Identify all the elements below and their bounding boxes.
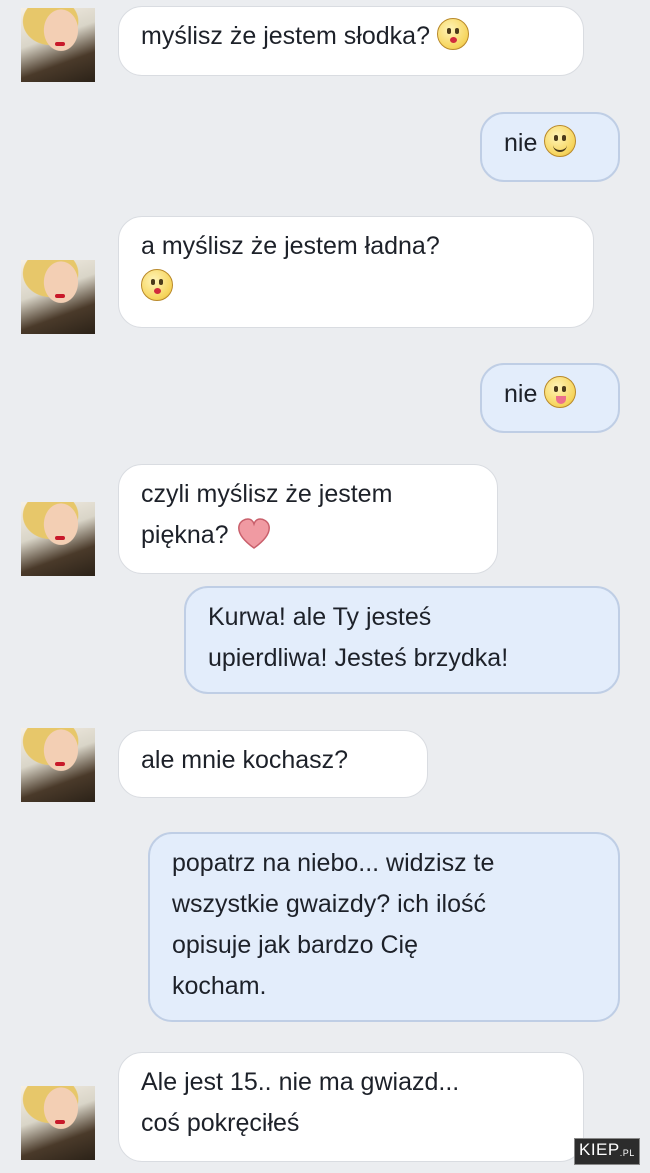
kiep-watermark: KIEP.PL — [574, 1138, 640, 1165]
kiss-icon — [141, 269, 173, 301]
message-text-line: upierdliwa! Jesteś brzydka! — [208, 644, 509, 672]
message-text: ale mnie kochasz? — [141, 746, 349, 774]
avatar[interactable] — [21, 502, 95, 576]
message-incoming: a myślisz że jestem ładna? — [118, 216, 594, 328]
message-text-line: Kurwa! ale Ty jesteś — [208, 603, 432, 631]
message-outgoing: popatrz na niebo... widzisz te wszystkie… — [148, 832, 620, 1022]
message-outgoing: nie — [480, 112, 620, 182]
message-text-line: wszystkie gwaizdy? ich ilość — [172, 890, 486, 918]
message-incoming: myślisz że jestem słodka? — [118, 6, 584, 76]
message-incoming: czyli myślisz że jestem piękna? — [118, 464, 498, 574]
smile-icon — [544, 125, 577, 157]
heart-icon — [237, 518, 270, 549]
message-text-line: popatrz na niebo... widzisz te — [172, 849, 495, 877]
tongue-icon — [544, 376, 577, 408]
watermark-text: KIEP — [579, 1140, 620, 1159]
message-outgoing: nie — [480, 363, 620, 433]
watermark-suffix: .PL — [619, 1148, 635, 1158]
avatar[interactable] — [21, 260, 95, 334]
kiss-icon — [436, 18, 469, 50]
message-incoming: ale mnie kochasz? — [118, 730, 428, 798]
message-text-line: coś pokręciłeś — [141, 1109, 300, 1137]
avatar[interactable] — [21, 8, 95, 82]
message-text: myślisz że jestem słodka? — [141, 22, 430, 50]
message-text-line: kocham. — [172, 972, 267, 1000]
message-outgoing: Kurwa! ale Ty jesteś upierdliwa! Jesteś … — [184, 586, 620, 694]
message-text: nie — [504, 129, 538, 157]
message-text: nie — [504, 380, 538, 408]
avatar[interactable] — [21, 728, 95, 802]
message-text: a myślisz że jestem ładna? — [141, 232, 440, 260]
message-text-line: piękna? — [141, 521, 229, 549]
message-incoming: Ale jest 15.. nie ma gwiazd... coś pokrę… — [118, 1052, 584, 1162]
message-text-line: opisuje jak bardzo Cię — [172, 931, 418, 959]
message-text-line: Ale jest 15.. nie ma gwiazd... — [141, 1068, 460, 1096]
avatar[interactable] — [21, 1086, 95, 1160]
message-text-line: czyli myślisz że jestem — [141, 480, 393, 508]
